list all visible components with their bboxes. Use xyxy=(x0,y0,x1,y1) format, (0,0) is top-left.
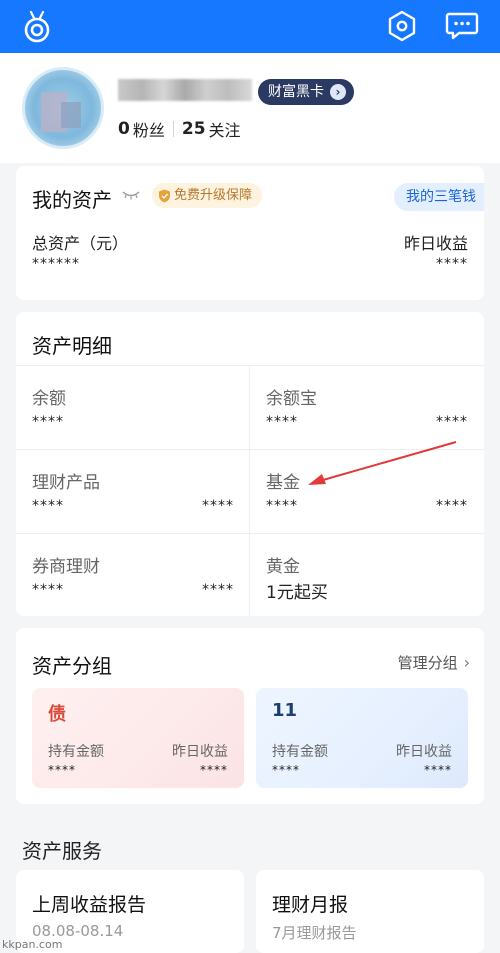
group-yesterday-label: 昨日收益 xyxy=(172,744,228,760)
manage-groups-label: 管理分组 xyxy=(397,654,458,672)
group-name: 11 xyxy=(272,700,298,721)
asset-services-title: 资产服务 xyxy=(22,839,102,863)
asset-cell-label: 理财产品 xyxy=(32,473,100,493)
asset-cell-value: **** xyxy=(266,498,298,514)
group-yesterday-label: 昨日收益 xyxy=(396,744,452,760)
service-title: 上周收益报告 xyxy=(32,894,147,916)
asset-cell-value: **** xyxy=(266,414,298,430)
my-assets-title: 我的资产 xyxy=(32,188,112,212)
group-box-11[interactable]: 11 持有金额 **** 昨日收益 **** xyxy=(256,688,468,788)
vip-badge[interactable]: 财富黑卡 › xyxy=(258,79,354,105)
asset-cell-earnings: **** xyxy=(436,498,468,514)
username-redacted xyxy=(118,79,252,101)
vip-label: 财富黑卡 xyxy=(268,84,324,100)
alipay-mascot-icon[interactable] xyxy=(22,10,52,44)
asset-cell-earnings: **** xyxy=(202,498,234,514)
asset-detail-title: 资产明细 xyxy=(32,334,112,358)
asset-cell-label: 黄金 xyxy=(266,557,300,577)
service-title: 理财月报 xyxy=(272,894,349,916)
monthly-report-card[interactable]: 理财月报 7月理财报告 xyxy=(256,870,484,953)
asset-cell-label: 券商理财 xyxy=(32,557,100,577)
asset-cell-value: **** xyxy=(32,582,64,598)
asset-detail-grid: 余额 **** 余额宝 **** **** 理财产品 **** **** 基金 … xyxy=(16,365,484,617)
follow-count[interactable]: 25 xyxy=(182,119,206,139)
three-money-button[interactable]: 我的三笔钱 xyxy=(394,183,484,211)
yesterday-earnings-label: 昨日收益 xyxy=(403,234,468,253)
asset-cell-yuebao[interactable]: 余额宝 **** **** xyxy=(250,366,484,449)
eye-closed-icon[interactable] xyxy=(122,190,140,200)
manage-groups-link[interactable]: 管理分组 › xyxy=(398,652,470,673)
total-assets-value: ****** xyxy=(32,256,80,272)
avatar-blur xyxy=(61,102,81,128)
hexagon-settings-icon[interactable] xyxy=(386,10,418,42)
upgrade-protection-badge[interactable]: 免费升级保障 xyxy=(152,183,263,208)
watermark: kkpan.com xyxy=(2,938,63,951)
service-subtitle: 7月理财报告 xyxy=(272,924,357,942)
asset-cell-label: 基金 xyxy=(266,473,300,493)
yesterday-earnings-value: **** xyxy=(436,256,468,272)
total-assets-label: 总资产（元） xyxy=(32,234,129,253)
asset-group-title: 资产分组 xyxy=(32,654,112,678)
divider xyxy=(172,121,174,137)
upgrade-label: 免费升级保障 xyxy=(174,188,253,203)
annotation-arrow-icon xyxy=(308,441,457,485)
asset-cell-label: 余额宝 xyxy=(266,389,317,409)
follow-stats: 0 粉丝 25 关注 xyxy=(118,117,241,141)
asset-cell-earnings: **** xyxy=(202,582,234,598)
fans-count[interactable]: 0 xyxy=(118,119,130,139)
asset-cell-value: **** xyxy=(32,498,64,514)
my-assets-card[interactable]: 我的资产 免费升级保障 我的三笔钱 总资产（元） ****** 昨日收益 ***… xyxy=(16,166,484,300)
group-hold-value: **** xyxy=(272,763,300,777)
asset-cell-wealth-products[interactable]: 理财产品 **** **** xyxy=(16,450,250,533)
asset-cell-value: **** xyxy=(32,414,64,430)
shield-icon xyxy=(159,189,170,202)
asset-group-card: 资产分组 管理分组 › 债 持有金额 **** 昨日收益 **** 11 持有金… xyxy=(16,628,484,804)
group-hold-value: **** xyxy=(48,763,76,777)
asset-cell-broker-wealth[interactable]: 券商理财 **** **** xyxy=(16,534,250,617)
chevron-right-icon: › xyxy=(330,84,346,100)
asset-cell-label: 余额 xyxy=(32,389,66,409)
asset-cell-gold[interactable]: 黄金 1元起买 xyxy=(250,534,484,617)
follow-label[interactable]: 关注 xyxy=(209,117,241,141)
asset-cell-balance[interactable]: 余额 **** xyxy=(16,366,250,449)
asset-cell-promo: 1元起买 xyxy=(266,583,328,603)
top-bar xyxy=(0,0,500,53)
group-box-bond[interactable]: 债 持有金额 **** 昨日收益 **** xyxy=(32,688,244,788)
group-yesterday-value: **** xyxy=(424,763,452,777)
profile-header: 财富黑卡 › 0 粉丝 25 关注 xyxy=(0,53,500,163)
group-yesterday-value: **** xyxy=(200,763,228,777)
group-hold-label: 持有金额 xyxy=(48,744,104,760)
group-hold-label: 持有金额 xyxy=(272,744,328,760)
chevron-right-icon: › xyxy=(463,653,470,672)
asset-cell-earnings: **** xyxy=(436,414,468,430)
avatar[interactable] xyxy=(22,67,104,149)
chat-bubble-icon[interactable] xyxy=(445,11,479,41)
fans-label[interactable]: 粉丝 xyxy=(133,117,165,141)
group-name: 债 xyxy=(48,704,66,725)
